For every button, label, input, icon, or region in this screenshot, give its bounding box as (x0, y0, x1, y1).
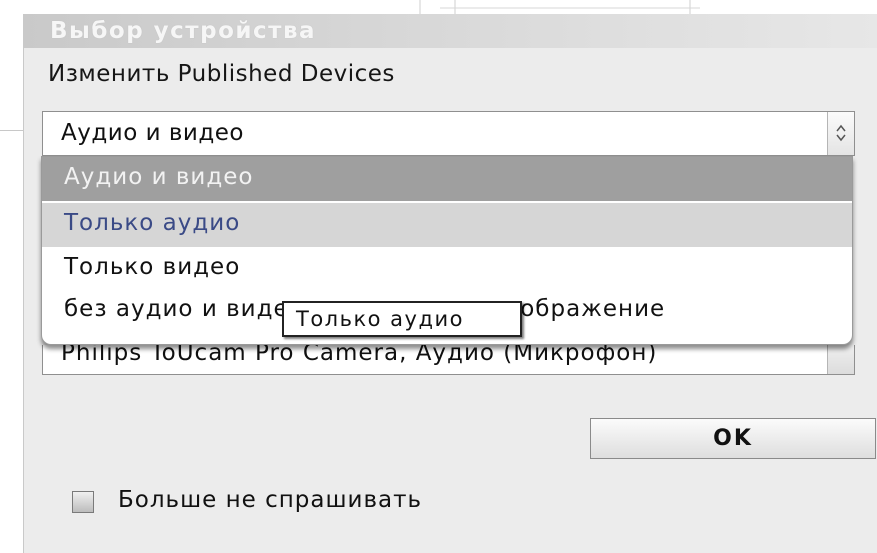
ok-button[interactable]: OK (590, 418, 876, 459)
tooltip: Только аудио (282, 301, 522, 337)
dialog-title: Выбор устройства (50, 18, 317, 44)
option-video-only[interactable]: Только видео (42, 247, 852, 291)
device-select-value: Philips ToUcam Pro Camera, Аудио (Микроф… (61, 345, 658, 366)
mode-select-value: Аудио и видео (61, 120, 244, 146)
dialog-titlebar: Выбор устройства (24, 14, 877, 48)
select-arrows-icon[interactable] (827, 112, 854, 155)
tooltip-text: Только аудио (296, 307, 464, 331)
dont-ask-label[interactable]: Больше не спрашивать (118, 487, 422, 513)
option-audio-video[interactable]: Аудио и видео (42, 157, 852, 201)
device-selection-dialog: Выбор устройства Изменить Published Devi… (23, 14, 877, 553)
chevron-down-icon[interactable] (827, 345, 854, 374)
option-audio-only[interactable]: Только аудио (42, 203, 852, 247)
device-select[interactable]: Philips ToUcam Pro Camera, Аудио (Микроф… (42, 345, 855, 375)
background-divider (0, 130, 24, 131)
mode-select[interactable]: Аудио и видео (42, 111, 855, 156)
dont-ask-checkbox[interactable] (72, 491, 94, 513)
change-devices-label: Изменить Published Devices (48, 61, 395, 87)
